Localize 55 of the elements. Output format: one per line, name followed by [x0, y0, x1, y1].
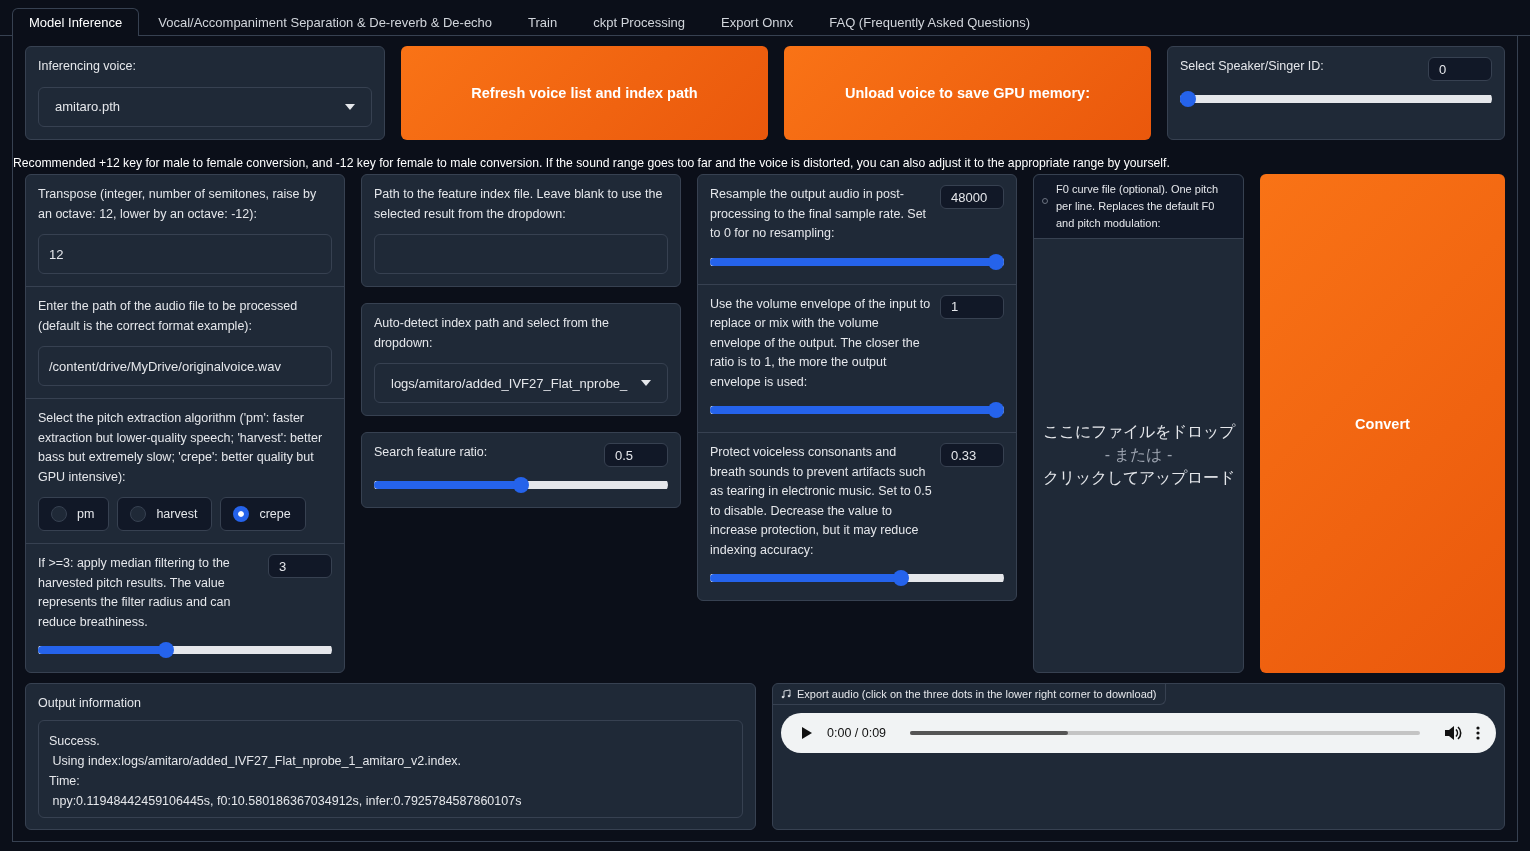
upload-caption: F0 curve file (optional). One pitch per line. Replaces the default F0 and pitch modulation:	[1056, 182, 1220, 231]
slider-label: Use the volume envelope of the input to replace or mix with the volume envelope of the output. The closer the ratio is to 1, the more the output envelope is used:	[710, 295, 932, 391]
file-drop-zone[interactable]: ここにファイルをドロップ - または - クリックしてアップロード	[1034, 239, 1243, 672]
text-field[interactable]: 12	[38, 234, 332, 274]
output-label: Output information	[37, 695, 142, 712]
radio-option[interactable]: pm	[38, 497, 110, 531]
more-options-icon[interactable]	[1476, 726, 1480, 740]
slider-thumb[interactable]	[893, 570, 910, 586]
slider-label: If >=3: apply median filtering to the harvested pitch results. The value represents the filter radius and can reduce breathiness.	[38, 555, 232, 631]
play-icon[interactable]	[801, 726, 813, 740]
slider-label: Select Speaker/Singer ID:	[1180, 58, 1324, 75]
tab[interactable]: Model Inference	[12, 8, 140, 36]
field-label: Transpose (integer, number of semitones, raise by an octave: 12, lower by an octave: -12):	[38, 186, 318, 223]
audio-time: 0:00 / 0:09	[827, 726, 887, 740]
caret-icon	[345, 103, 355, 110]
or-text: - または -	[1104, 445, 1173, 465]
number-field[interactable]: 3	[268, 554, 332, 578]
number-field[interactable]: 48000	[940, 185, 1004, 209]
radio-option[interactable]: crepe	[220, 497, 306, 531]
drop-text: ここにファイルをドロップ	[1042, 422, 1235, 442]
volume-icon[interactable]	[1444, 725, 1462, 741]
music-note-icon	[781, 689, 791, 699]
number-field[interactable]: 0	[1428, 57, 1492, 81]
slider-thumb[interactable]	[1180, 91, 1196, 107]
tab[interactable]: Export Onnx	[704, 8, 811, 36]
click-upload-text: クリックしてアップロード	[1042, 468, 1235, 488]
tab[interactable]: FAQ (Frequently Asked Questions)	[812, 8, 1048, 36]
radio-group-label: Select the pitch extraction algorithm ('pm': faster extraction but lower-quality speech; 'harvest': better bass but extremely slow; 'crepe': better quality but GPU intensive):	[38, 410, 324, 486]
dropdown-label: Auto-detect index path and select from the dropdown:	[374, 315, 610, 352]
number-field[interactable]: 0.33	[940, 443, 1004, 467]
field-label: Path to the feature index file. Leave blank to use the selected result from the dropdown:	[374, 186, 664, 223]
dropdown[interactable]: logs/amitaro/added_IVF27_Flat_nprobe_	[374, 363, 668, 403]
audio-progress-track[interactable]	[910, 731, 1420, 735]
field-label: Enter the path of the audio file to be processed (default is the correct format example):	[38, 298, 299, 335]
slider-thumb[interactable]	[988, 253, 1004, 270]
hint-text: Recommended +12 key for male to female conversion, and -12 key for female to male conversion. If the sound range goes too far and the voice is distorted, you can also adjust it to the appropriate range by yourself.	[13, 156, 1171, 170]
radio-option[interactable]: harvest	[117, 497, 213, 531]
caret-icon	[641, 380, 651, 386]
audio-player[interactable]: 0:00 / 0:09	[781, 713, 1496, 753]
text-field[interactable]: /content/drive/MyDrive/originalvoice.wav	[38, 346, 332, 386]
tab[interactable]: Train	[511, 8, 575, 36]
number-field[interactable]: 0.5	[604, 443, 668, 467]
audio-label: Export audio (click on the three dots in the lower right corner to download)	[797, 688, 1157, 700]
slider-label: Search feature ratio:	[374, 444, 488, 461]
tab[interactable]: ckpt Processing	[576, 8, 702, 36]
slider-thumb[interactable]	[988, 402, 1004, 418]
slider-thumb[interactable]	[157, 642, 174, 658]
dropdown[interactable]: amitaro.pth	[38, 86, 372, 127]
tab[interactable]: Vocal/Accompaniment Separation & De-reverb & De-echo	[141, 8, 510, 36]
slider-label: Protect voiceless consonants and breath sounds to prevent artifacts such as tearing in electronic music. Set to 0.5 to disable. Decrease the value to increase protection, but it may reduce indexing accuracy:	[710, 444, 932, 559]
number-field[interactable]: 1	[940, 294, 1004, 319]
slider-thumb[interactable]	[513, 477, 529, 493]
text-field[interactable]	[374, 234, 668, 274]
slider-label: Resample the output audio in post-processing to the final sample rate. Set to 0 for no resampling:	[710, 186, 928, 242]
dropdown-label: Inferencing voice:	[38, 58, 137, 75]
